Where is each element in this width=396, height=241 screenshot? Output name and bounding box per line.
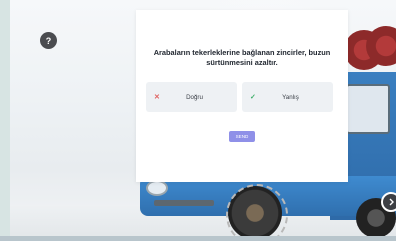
- help-label: ?: [45, 35, 52, 46]
- submit-button[interactable]: SEND: [229, 131, 255, 142]
- answer-option-false[interactable]: ✕ Doğru: [146, 82, 237, 112]
- question-text: Arabaların tekerleklerine bağlanan zinci…: [153, 48, 331, 67]
- bottom-bar: [0, 236, 396, 241]
- answer-label: Doğru: [186, 93, 203, 101]
- x-icon: ✕: [154, 94, 160, 101]
- snow-chain: [226, 184, 288, 241]
- truck-headlight: [146, 180, 168, 196]
- slide-stage: ? Arabaların tekerleklerine bağlanan zin…: [0, 0, 396, 241]
- check-icon: ✓: [250, 94, 256, 101]
- answer-option-true[interactable]: ✓ Yanlış: [242, 82, 333, 112]
- help-button[interactable]: ?: [40, 32, 57, 49]
- chevron-right-icon: [389, 198, 394, 206]
- truck-bumper: [154, 200, 214, 206]
- answer-label: Yanlış: [282, 93, 299, 101]
- truck-window: [346, 84, 390, 134]
- next-button[interactable]: [381, 192, 396, 212]
- quiz-card: Arabaların tekerleklerine bağlanan zinci…: [136, 10, 348, 182]
- left-edge-strip: [0, 0, 10, 241]
